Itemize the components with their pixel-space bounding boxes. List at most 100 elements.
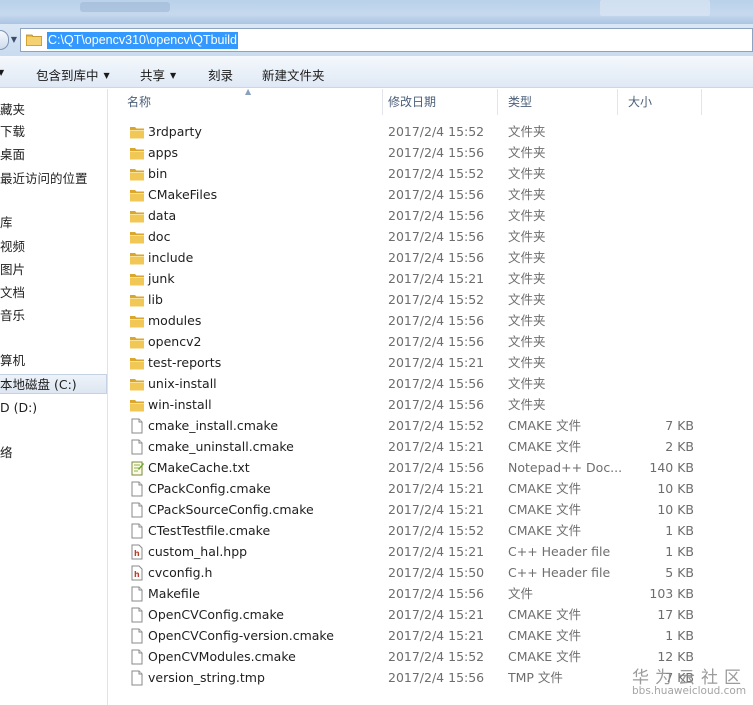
file-date: 2017/2/4 15:21 [388, 271, 485, 286]
file-date: 2017/2/4 15:21 [388, 544, 485, 559]
burn-button[interactable]: 刻录 [208, 65, 233, 84]
file-row[interactable]: CPackConfig.cmake 2017/2/4 15:21 CMAKE 文件 1… [109, 478, 753, 499]
column-size[interactable]: 大小 [618, 89, 702, 115]
file-icon [129, 628, 145, 644]
new-folder-button[interactable]: 新建文件夹 [262, 65, 325, 84]
file-size: 10 KB [657, 481, 694, 496]
file-type: TMP 文件 [508, 670, 563, 685]
address-row: ▼ C:\QT\opencv310\opencv\QTbuild [0, 24, 753, 56]
file-row[interactable]: 3rdparty 2017/2/4 15:52 文件夹 [109, 121, 753, 142]
file-row[interactable]: unix-install 2017/2/4 15:56 文件夹 [109, 373, 753, 394]
file-row[interactable]: OpenCVConfig.cmake 2017/2/4 15:21 CMAKE 文件… [109, 604, 753, 625]
file-type: CMAKE 文件 [508, 418, 582, 433]
nav-videos[interactable]: 视频 [0, 237, 25, 257]
file-date: 2017/2/4 15:56 [388, 250, 485, 265]
nav-network[interactable]: 络 [0, 443, 13, 463]
file-row[interactable]: doc 2017/2/4 15:56 文件夹 [109, 226, 753, 247]
file-name: win-install [148, 397, 212, 412]
notepad-icon [129, 460, 145, 476]
file-row[interactable]: apps 2017/2/4 15:56 文件夹 [109, 142, 753, 163]
file-row[interactable]: cmake_install.cmake 2017/2/4 15:52 CMAKE 文… [109, 415, 753, 436]
file-row[interactable]: Makefile 2017/2/4 15:56 文件 103 KB [109, 583, 753, 604]
file-row[interactable]: h custom_hal.hpp 2017/2/4 15:21 C++ Header … [109, 541, 753, 562]
file-size [624, 394, 694, 415]
file-row[interactable]: win-install 2017/2/4 15:56 文件夹 [109, 394, 753, 415]
file-size [624, 247, 694, 268]
nav-music[interactable]: 音乐 [0, 306, 25, 326]
file-row[interactable]: CPackSourceConfig.cmake 2017/2/4 15:21 CMA… [109, 499, 753, 520]
address-bar[interactable]: C:\QT\opencv310\opencv\QTbuild [20, 28, 753, 52]
file-row[interactable]: bin 2017/2/4 15:52 文件夹 [109, 163, 753, 184]
file-row[interactable]: modules 2017/2/4 15:56 文件夹 [109, 310, 753, 331]
file-name: data [148, 208, 177, 223]
file-type: CMAKE 文件 [508, 439, 582, 454]
nav-pictures[interactable]: 图片 [0, 260, 25, 280]
file-name: test-reports [148, 355, 222, 370]
file-size [624, 163, 694, 184]
folder-icon [129, 124, 145, 140]
nav-disk-d[interactable]: D (D:) [0, 398, 37, 418]
file-name: cvconfig.h [148, 565, 213, 580]
file-row[interactable]: data 2017/2/4 15:56 文件夹 [109, 205, 753, 226]
file-date: 2017/2/4 15:56 [388, 670, 485, 685]
file-icon [129, 418, 145, 434]
file-date: 2017/2/4 15:50 [388, 565, 485, 580]
address-path[interactable]: C:\QT\opencv310\opencv\QTbuild [47, 32, 238, 49]
include-in-library-button[interactable]: 包含到库中 ▼ [36, 65, 110, 84]
file-size: 5 KB [665, 565, 694, 580]
column-type[interactable]: 类型 [498, 89, 618, 115]
file-row[interactable]: lib 2017/2/4 15:52 文件夹 [109, 289, 753, 310]
file-name: junk [148, 271, 175, 286]
recent-locations-icon[interactable]: ▼ [8, 32, 20, 48]
share-button[interactable]: 共享 ▼ [140, 65, 176, 84]
file-name: CMakeCache.txt [148, 460, 250, 475]
folder-icon [129, 166, 145, 182]
file-date: 2017/2/4 15:52 [388, 418, 485, 433]
nav-desktop[interactable]: 桌面 [0, 145, 25, 165]
folder-icon [129, 313, 145, 329]
folder-icon [129, 229, 145, 245]
header-file-icon: h [129, 544, 145, 560]
file-row[interactable]: CTestTestfile.cmake 2017/2/4 15:52 CMAKE 文… [109, 520, 753, 541]
file-size [624, 352, 694, 373]
nav-local-disk-c[interactable]: 本地磁盘 (C:) [0, 374, 107, 394]
file-row[interactable]: CMakeFiles 2017/2/4 15:56 文件夹 [109, 184, 753, 205]
file-row[interactable]: test-reports 2017/2/4 15:21 文件夹 [109, 352, 753, 373]
file-row[interactable]: opencv2 2017/2/4 15:56 文件夹 [109, 331, 753, 352]
nav-recent-places[interactable]: 最近访问的位置 [0, 169, 88, 189]
nav-downloads[interactable]: 下载 [0, 122, 25, 142]
file-date: 2017/2/4 15:56 [388, 313, 485, 328]
folder-icon [129, 187, 145, 203]
file-icon [129, 523, 145, 539]
file-icon [129, 481, 145, 497]
file-icon [129, 649, 145, 665]
file-icon [129, 670, 145, 686]
folder-icon [129, 376, 145, 392]
file-row[interactable]: cmake_uninstall.cmake 2017/2/4 15:21 CMAKE… [109, 436, 753, 457]
file-name: include [148, 250, 194, 265]
file-row[interactable]: h cvconfig.h 2017/2/4 15:50 C++ Header file… [109, 562, 753, 583]
file-size: 10 KB [657, 502, 694, 517]
file-type: CMAKE 文件 [508, 502, 582, 517]
file-row[interactable]: junk 2017/2/4 15:21 文件夹 [109, 268, 753, 289]
file-type: 文件夹 [508, 271, 546, 286]
file-name: 3rdparty [148, 124, 202, 139]
column-name[interactable]: 名称 [117, 89, 383, 115]
file-date: 2017/2/4 15:21 [388, 439, 485, 454]
nav-libraries[interactable]: 库 [0, 213, 13, 233]
file-row[interactable]: include 2017/2/4 15:56 文件夹 [109, 247, 753, 268]
file-size [624, 310, 694, 331]
nav-documents[interactable]: 文档 [0, 283, 25, 303]
organize-caret-button[interactable]: ▼ [0, 65, 4, 80]
nav-favorites[interactable]: 藏夹 [0, 100, 25, 120]
file-icon [129, 607, 145, 623]
column-date-modified[interactable]: 修改日期 [378, 89, 498, 115]
window-title-strip [0, 0, 753, 24]
file-size [624, 226, 694, 247]
file-row[interactable]: OpenCVConfig-version.cmake 2017/2/4 15:21… [109, 625, 753, 646]
share-label: 共享 [140, 68, 166, 83]
nav-computer[interactable]: 算机 [0, 351, 25, 371]
file-row[interactable]: CMakeCache.txt 2017/2/4 15:56 Notepad++ Do… [109, 457, 753, 478]
file-date: 2017/2/4 15:52 [388, 292, 485, 307]
file-date: 2017/2/4 15:56 [388, 334, 485, 349]
